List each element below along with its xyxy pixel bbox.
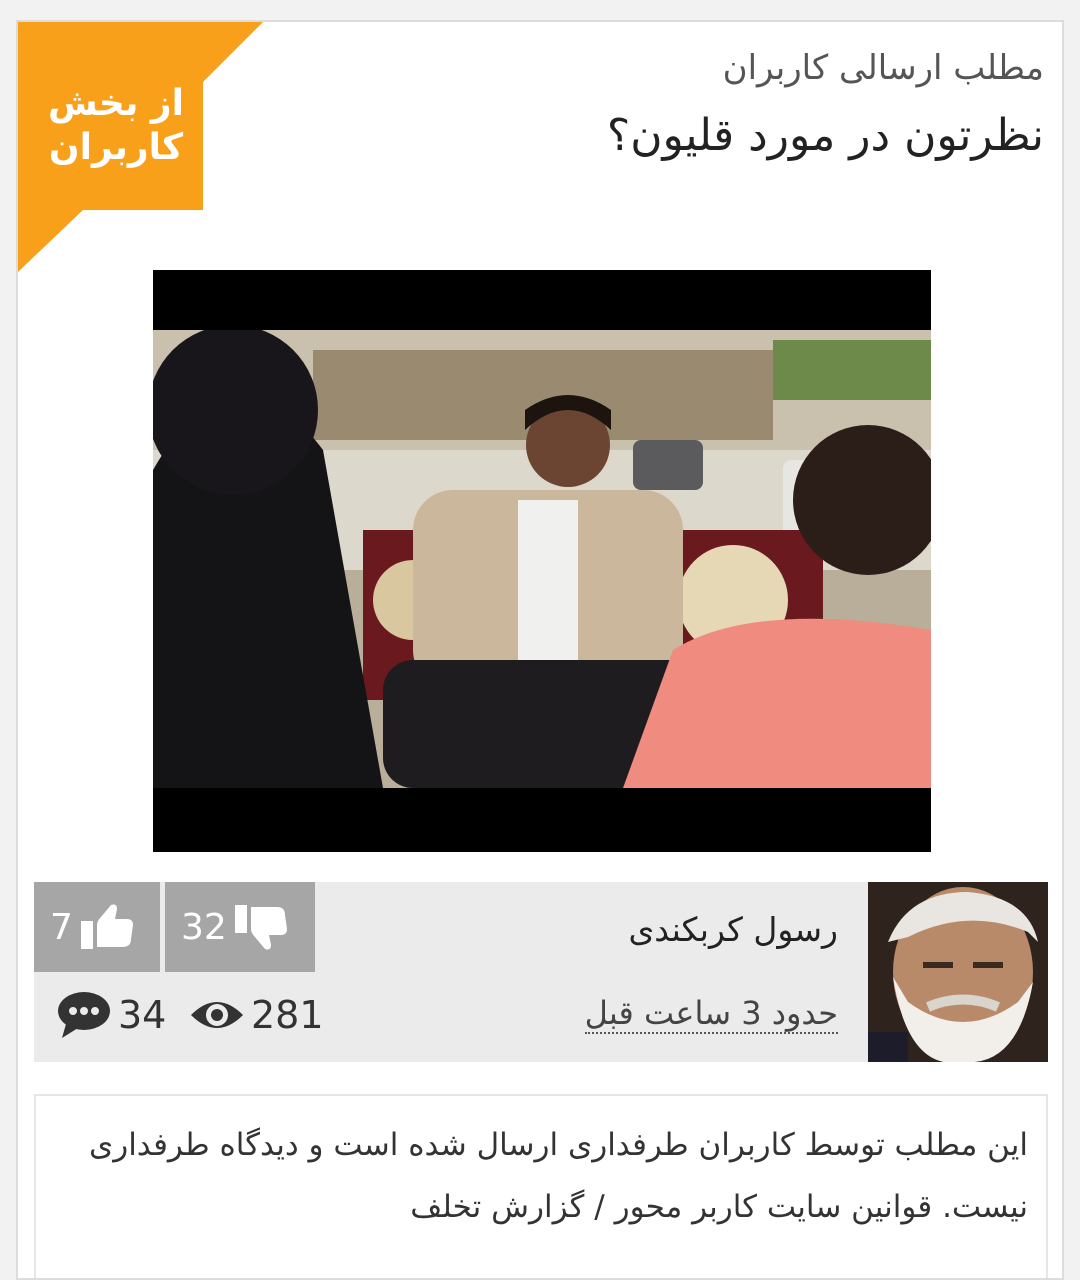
- ribbon-line-2: کاربران: [48, 127, 184, 168]
- post-kicker[interactable]: مطلب ارسالی کاربران: [723, 48, 1044, 88]
- author-name[interactable]: رسول کربکندی: [628, 910, 838, 949]
- like-button[interactable]: 7: [34, 882, 160, 972]
- scene-illustration: [153, 330, 931, 788]
- post-card: از بخش کاربران مطلب ارسالی کاربران نظرتو…: [16, 20, 1064, 1280]
- comments-stat[interactable]: 34: [56, 990, 166, 1040]
- author-avatar[interactable]: [868, 882, 1048, 1062]
- thumbs-up-icon: [80, 904, 133, 949]
- avatar-illustration: [868, 882, 1048, 1062]
- ribbon-line-1: از بخش: [48, 83, 184, 124]
- disclaimer-box: این مطلب توسط کاربران طرفداری ارسال شده …: [34, 1094, 1048, 1278]
- dislike-button[interactable]: 32: [165, 882, 315, 972]
- post-image[interactable]: [153, 270, 931, 852]
- users-section-ribbon[interactable]: از بخش کاربران: [18, 22, 263, 272]
- report-abuse-link[interactable]: گزارش تخلف: [410, 1189, 584, 1225]
- post-title[interactable]: نظرتون در مورد قلیون؟: [607, 110, 1044, 161]
- post-meta-bar: رسول کربکندی حدود 3 ساعت قبل 32 7 281 34: [34, 882, 1048, 1062]
- site-rules-link[interactable]: قوانین سایت کاربر محور: [615, 1189, 933, 1225]
- dislike-count: 32: [181, 906, 227, 948]
- thumbs-down-icon: [234, 905, 287, 950]
- views-count: 281: [251, 993, 324, 1037]
- views-stat: 281: [189, 990, 324, 1040]
- post-time[interactable]: حدود 3 ساعت قبل: [584, 994, 838, 1034]
- link-separator: /: [594, 1189, 605, 1225]
- comments-count: 34: [118, 993, 167, 1037]
- eye-icon: [191, 1002, 243, 1028]
- ribbon-label: از بخش کاربران: [36, 82, 196, 170]
- like-count: 7: [50, 906, 73, 948]
- comment-bubble-icon: [58, 992, 110, 1038]
